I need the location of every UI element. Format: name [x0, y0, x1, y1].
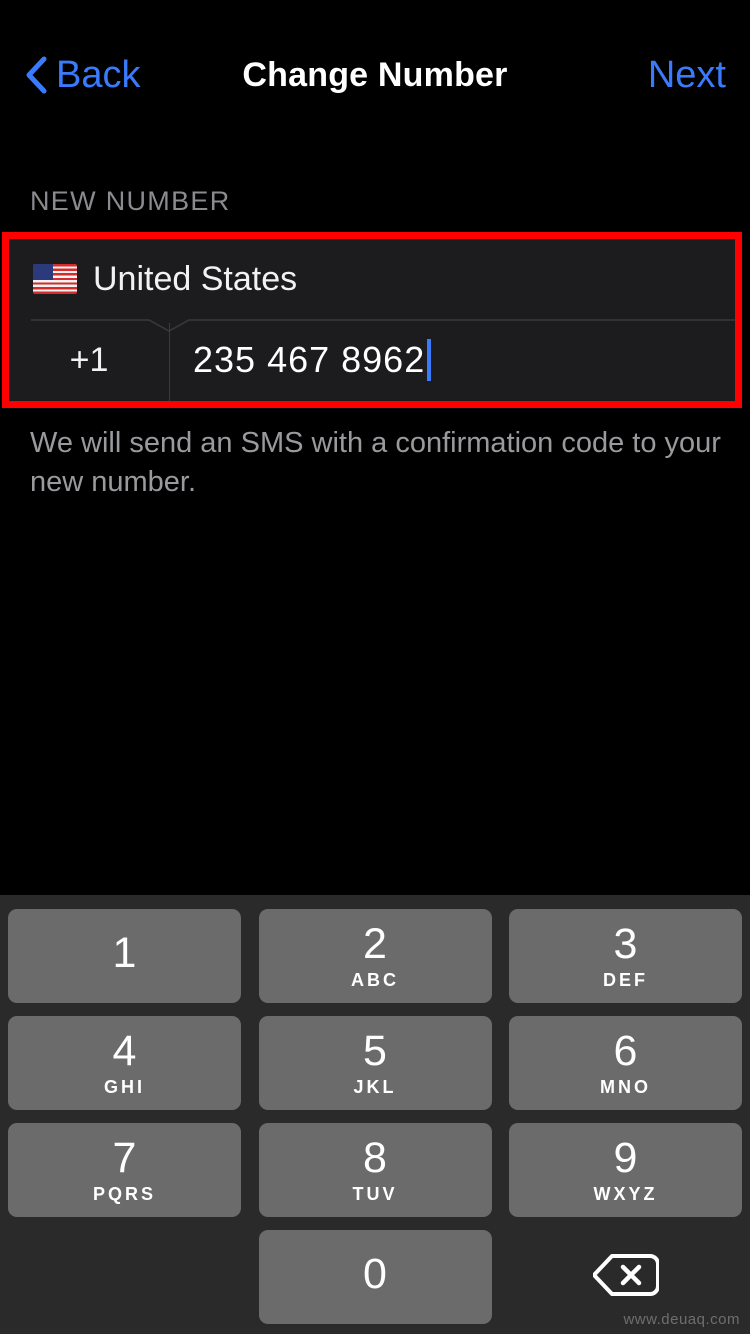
vertical-divider — [169, 323, 170, 401]
key-digit: 9 — [614, 1137, 638, 1180]
key-digit: 7 — [113, 1137, 137, 1180]
country-selector-row[interactable]: United States — [9, 239, 735, 319]
key-letters: GHI — [104, 1078, 145, 1096]
country-name-label: United States — [93, 260, 297, 299]
key-0[interactable]: 0 — [259, 1230, 492, 1324]
phone-number-input[interactable]: 235 467 8962 — [169, 339, 735, 381]
key-letters: DEF — [603, 971, 648, 989]
key-digit: 2 — [363, 923, 387, 966]
key-2[interactable]: 2 ABC — [259, 909, 492, 1003]
back-button[interactable]: Back — [24, 55, 140, 95]
key-digit: 3 — [614, 923, 638, 966]
numeric-keypad: 1 2 ABC 3 DEF 4 GHI 5 JKL 6 MN — [0, 895, 750, 1334]
text-cursor — [427, 339, 431, 381]
navigation-bar: Back Change Number Next — [0, 0, 750, 150]
key-4[interactable]: 4 GHI — [8, 1016, 241, 1110]
key-1[interactable]: 1 — [8, 909, 241, 1003]
key-7[interactable]: 7 PQRS — [8, 1123, 241, 1217]
key-5[interactable]: 5 JKL — [259, 1016, 492, 1110]
key-digit: 4 — [113, 1030, 137, 1073]
chevron-left-icon — [24, 55, 48, 95]
backspace-icon — [593, 1252, 659, 1303]
keypad-row-2: 4 GHI 5 JKL 6 MNO — [8, 1016, 742, 1110]
key-9[interactable]: 9 WXYZ — [509, 1123, 742, 1217]
phone-number-value: 235 467 8962 — [193, 339, 425, 381]
key-digit: 6 — [614, 1030, 638, 1073]
new-number-form: United States +1 235 467 8962 — [9, 239, 735, 401]
keypad-spacer — [8, 1230, 241, 1324]
keypad-row-1: 1 2 ABC 3 DEF — [8, 909, 742, 1003]
phone-screen: Back Change Number Next NEW NUMBER Unite… — [0, 0, 750, 1334]
key-digit: 1 — [113, 932, 137, 975]
key-letters: TUV — [353, 1185, 398, 1203]
new-number-highlight-box: United States +1 235 467 8962 — [2, 232, 742, 408]
us-flag-icon — [33, 264, 77, 294]
key-letters: ABC — [351, 971, 399, 989]
key-8[interactable]: 8 TUV — [259, 1123, 492, 1217]
key-digit: 5 — [363, 1030, 387, 1073]
key-digit: 8 — [363, 1137, 387, 1180]
key-letters: WXYZ — [594, 1185, 658, 1203]
key-digit: 0 — [363, 1253, 387, 1296]
key-letters: PQRS — [93, 1185, 156, 1203]
key-3[interactable]: 3 DEF — [509, 909, 742, 1003]
site-watermark: www.deuaq.com — [623, 1311, 740, 1328]
delete-key[interactable] — [509, 1230, 742, 1324]
keypad-row-3: 7 PQRS 8 TUV 9 WXYZ — [8, 1123, 742, 1217]
helper-text: We will send an SMS with a confirmation … — [30, 424, 722, 502]
section-label-new-number: NEW NUMBER — [30, 186, 231, 217]
keypad-row-4: 0 — [8, 1230, 742, 1324]
next-button[interactable]: Next — [648, 54, 726, 97]
back-button-label: Back — [56, 56, 140, 94]
dial-code-value[interactable]: +1 — [9, 341, 169, 380]
key-letters: JKL — [353, 1078, 396, 1096]
key-6[interactable]: 6 MNO — [509, 1016, 742, 1110]
key-letters: MNO — [600, 1078, 651, 1096]
phone-entry-row: +1 235 467 8962 — [9, 319, 735, 401]
